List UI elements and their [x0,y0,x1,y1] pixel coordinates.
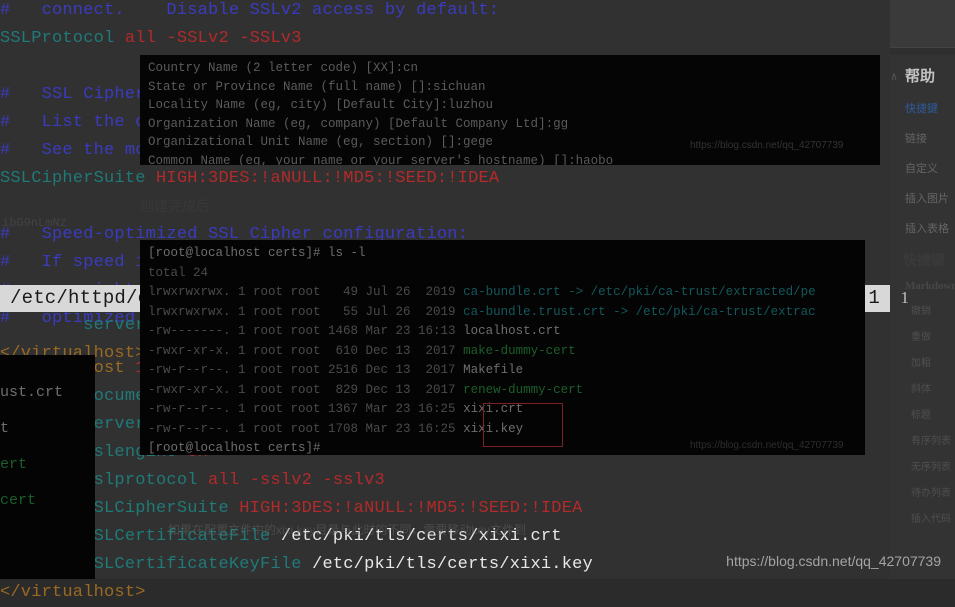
left-terminal-fragment: ust.crt t ert cert [0,355,95,579]
vim-line: # connect. Disable SSLv2 access by defau… [0,1,500,20]
shortcut-ordered-list: 有序列表 [911,436,951,447]
help-row-insert-image[interactable]: 插入图片 [905,190,955,206]
shortcut-heading: 标题 [911,410,931,421]
help-panel-subtitle-markdown: Markdown [905,280,955,292]
terminal-row: -rwxr-xr-x. 1 root root 610 Dec 13 2017 … [148,343,576,358]
terminal-line: Common Name (eg, your name or your serve… [148,153,614,166]
watermark-small-top: https://blog.csdn.net/qq_42707739 [690,140,844,151]
vim-line: </virtualhost> [0,583,146,602]
terminal-line: Locality Name (eg, city) [Default City]:… [148,98,494,112]
vim-line: SSLCipherSuite HIGH:3DES:!aNULL:!MD5:!SE… [83,499,583,518]
annotation-after-create: 创建完成后 [140,198,210,214]
shortcut-bold: 加粗 [911,358,931,369]
terminal-row: -rw-------. 1 root root 1468 Mar 23 16:1… [148,324,561,338]
shortcut-undo: 撤销 [911,306,931,317]
help-row-links[interactable]: 链接 [905,130,955,146]
shortcut-insert-code: 插入代码 [911,514,951,525]
fragment-line: t [0,420,10,437]
watermark-small-bottom: https://blog.csdn.net/qq_42707739 [690,440,844,451]
terminal-row: -rw-r--r--. 1 root root 2516 Dec 13 2017… [148,363,524,377]
annotation-token: ibG9nLmNz [2,216,67,230]
terminal-line: State or Province Name (full name) []:si… [148,79,486,94]
shortcut-todo-list: 待办列表 [911,488,951,499]
shortcut-redo: 重做 [911,332,931,343]
fragment-line: ert [0,456,28,473]
annotation-key-note: 如果在配置文件中的xixi.key目录与此时的不同，需要移动key文件到 [168,523,527,537]
terminal-prompt-line: [root@localhost certs]# ls -l [148,246,366,260]
terminal-row: lrwxrwxrwx. 1 root root 49 Jul 26 2019 c… [148,285,816,299]
vim-line [0,193,890,221]
shortcut-unordered-list: 无序列表 [911,462,951,473]
watermark-main: https://blog.csdn.net/qq_42707739 [726,553,941,569]
highlight-box-xixi-files [483,403,563,447]
terminal-line: Organization Name (eg, company) [Default… [148,116,569,131]
vim-line: SSLProtocol all -SSLv2 -SSLv3 [0,29,302,48]
fragment-line: ust.crt [0,384,64,401]
help-panel-title: 帮助 [905,68,936,85]
help-panel: ∧ 帮助 快捷键 链接 自定义 插入图片 插入表格 快捷键 Markdown 撤… [882,55,955,579]
terminal-line: total 24 [148,265,209,280]
shortcut-italic: 斜体 [911,384,931,395]
terminal-line: Country Name (2 letter code) [XX]:cn [148,61,419,75]
help-panel-title-shortcuts: 快捷键 [903,252,945,268]
help-link-shortcuts[interactable]: 快捷键 [905,100,955,116]
vim-line: SSLCipherSuite HIGH:3DES:!aNULL:!MD5:!SE… [0,169,500,188]
terminal-row: lrwxrwxrwx. 1 root root 55 Jul 26 2019 c… [148,304,816,319]
page-number: 1 [900,288,910,307]
help-row-custom[interactable]: 自定义 [905,160,955,176]
fragment-line: cert [0,492,37,509]
help-row-insert-table[interactable]: 插入表格 [905,220,955,236]
vim-line: sslprotocol all -sslv2 -sslv3 [83,471,385,490]
terminal-row: -rwxr-xr-x. 1 root root 829 Dec 13 2017 … [148,382,584,397]
